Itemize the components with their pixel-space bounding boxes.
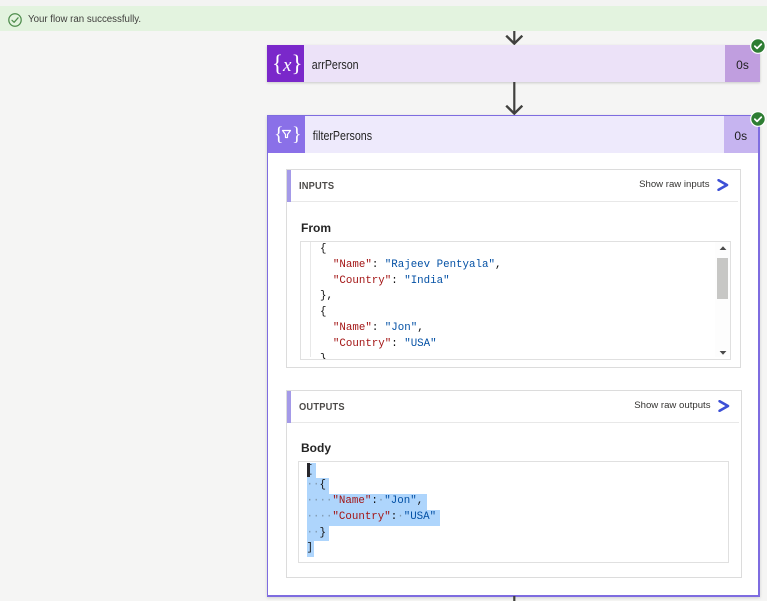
svg-text:{: { — [274, 124, 284, 146]
svg-text:}: } — [292, 124, 300, 146]
